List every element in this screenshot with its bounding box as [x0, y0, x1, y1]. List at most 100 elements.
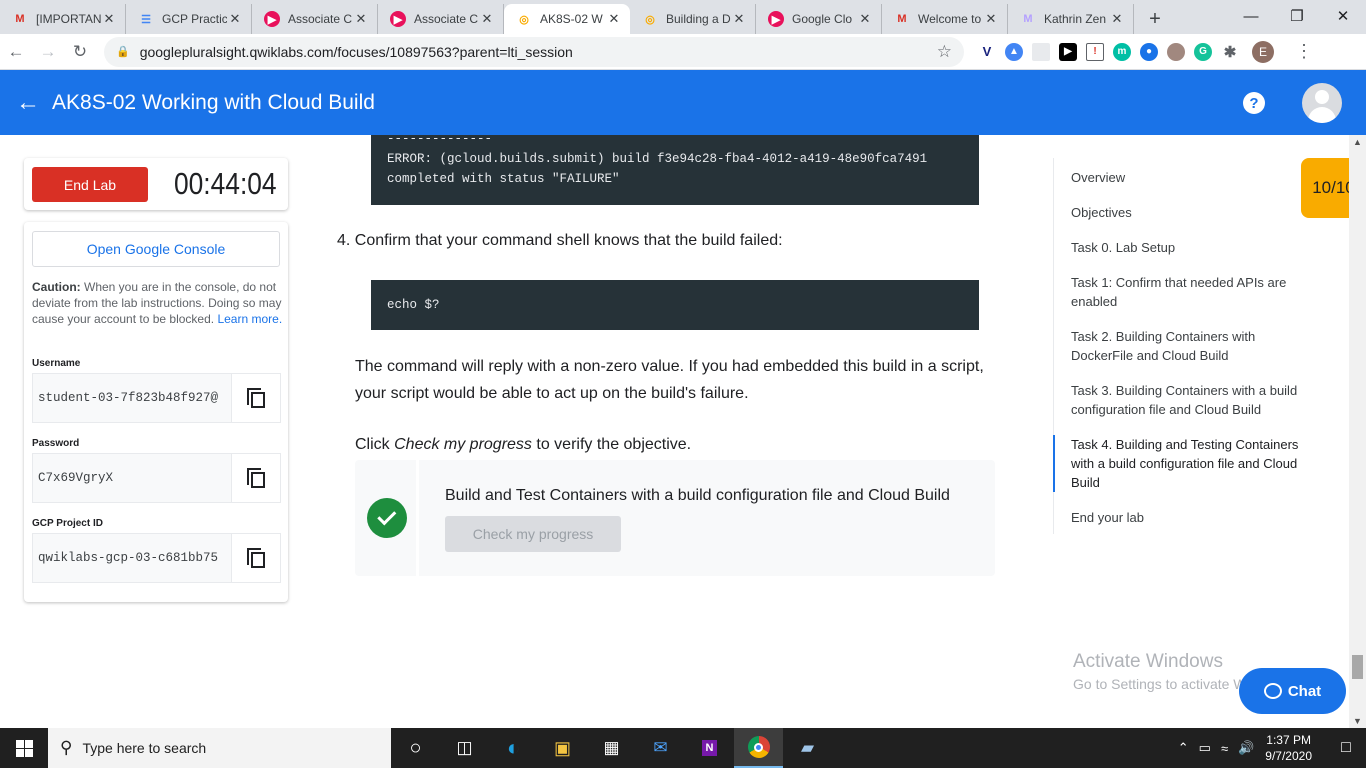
bookmark-star-icon[interactable]: ☆ [937, 42, 952, 62]
wifi-icon[interactable]: ≈ [1221, 741, 1228, 756]
copy-project-id-button[interactable] [231, 534, 280, 582]
check-my-progress-button[interactable]: Check my progress [445, 516, 621, 552]
new-tab-button[interactable]: + [1140, 4, 1170, 34]
close-tab-icon[interactable]: ✕ [731, 11, 747, 27]
password-field: C7x69VgryX [32, 453, 281, 503]
tab-title: Welcome to [918, 12, 982, 26]
user-avatar[interactable] [1302, 83, 1342, 123]
back-arrow-icon[interactable]: ← [16, 89, 46, 117]
end-lab-button[interactable]: End Lab [32, 167, 148, 202]
close-window-button[interactable]: ✕ [1320, 0, 1366, 32]
start-button[interactable] [0, 728, 48, 768]
volume-icon[interactable]: 🔊 [1238, 740, 1254, 756]
taskbar-clock[interactable]: 1:37 PM 9/7/2020 [1265, 732, 1312, 764]
extension-screenshot-icon[interactable]: ! [1086, 42, 1104, 61]
username-value[interactable]: student-03-7f823b48f927@ [33, 391, 231, 405]
browser-tab[interactable]: M Kathrin Zen ✕ [1008, 4, 1134, 34]
battery-icon[interactable]: ▭ [1199, 740, 1211, 756]
browser-tab[interactable]: M [IMPORTAN ✕ [0, 4, 126, 34]
maximize-button[interactable]: ❐ [1274, 0, 1320, 32]
taskbar-search-placeholder: Type here to search [82, 740, 207, 756]
tab-title: AK8S-02 W [540, 12, 603, 26]
help-icon[interactable]: ? [1243, 92, 1265, 114]
task-view-icon[interactable]: ◫ [440, 728, 489, 768]
project-id-value[interactable]: qwiklabs-gcp-03-c681bb75 [33, 551, 231, 565]
copy-username-button[interactable] [231, 374, 280, 422]
edge-icon[interactable]: ◐ [489, 728, 538, 768]
copy-password-button[interactable] [231, 454, 280, 502]
click-prefix: Click [355, 436, 395, 453]
extension-v-icon[interactable]: V [978, 42, 996, 61]
username-field: student-03-7f823b48f927@ [32, 373, 281, 423]
close-tab-icon[interactable]: ✕ [101, 11, 117, 27]
click-instruction: Click Check my progress to verify the ob… [355, 431, 985, 458]
code-line: completed with status "FAILURE" [387, 172, 620, 186]
toc-item[interactable]: Objectives [1053, 203, 1315, 222]
learn-more-link[interactable]: Learn more. [217, 312, 282, 326]
search-icon: ⚲ [60, 738, 73, 757]
error-output-code-block: -------------- ERROR: (gcloud.builds.sub… [371, 135, 979, 205]
page-scrollbar[interactable]: ▲ ▼ [1349, 135, 1366, 728]
browser-tab[interactable]: ▶ Google Clo ✕ [756, 4, 882, 34]
cortana-icon[interactable]: ○ [391, 728, 440, 768]
close-tab-icon[interactable]: ✕ [857, 11, 873, 27]
reload-button[interactable]: ↻ [64, 36, 96, 68]
onenote-icon[interactable]: N [685, 728, 734, 768]
profile-avatar[interactable]: E [1252, 40, 1274, 63]
minimize-button[interactable]: — [1228, 0, 1274, 32]
close-tab-icon[interactable]: ✕ [606, 11, 622, 27]
toc-item[interactable]: Task 2. Building Containers with DockerF… [1053, 327, 1315, 365]
mail-icon[interactable]: ✉ [636, 728, 685, 768]
browser-tab-strip: M [IMPORTAN ✕ ☰ GCP Practic ✕ ▶ Associate C ✕ ▶ As… [0, 0, 1366, 34]
close-tab-icon[interactable]: ✕ [479, 11, 495, 27]
notes-app-icon[interactable]: ▰ [783, 728, 832, 768]
toc-item[interactable]: Overview [1053, 168, 1315, 187]
browser-tab[interactable]: M Welcome to ✕ [882, 4, 1008, 34]
browser-tab[interactable]: ☰ GCP Practic ✕ [126, 4, 252, 34]
address-bar[interactable]: 🔒 googlepluralsight.qwiklabs.com/focuses… [104, 36, 964, 67]
chat-button[interactable]: Chat [1239, 668, 1346, 714]
tray-chevron-icon[interactable]: ⌃ [1178, 740, 1189, 756]
notifications-icon[interactable]: □ [1326, 739, 1366, 757]
extension-circle-icon[interactable]: ● [1140, 42, 1158, 61]
close-tab-icon[interactable]: ✕ [227, 11, 243, 27]
scroll-up-icon[interactable]: ▲ [1353, 137, 1362, 147]
extension-m-icon[interactable]: m [1113, 42, 1131, 61]
extension-brown-icon[interactable] [1167, 42, 1185, 61]
chrome-icon[interactable] [734, 728, 783, 768]
extensions-puzzle-icon[interactable]: ✱ [1221, 43, 1239, 61]
back-nav-button[interactable]: ← [0, 36, 32, 68]
browser-toolbar: ← → ↻ 🔒 googlepluralsight.qwiklabs.com/f… [0, 34, 1366, 70]
password-label: Password [32, 438, 80, 449]
scrollbar-thumb[interactable] [1352, 655, 1363, 679]
extension-cap-icon[interactable]: ▲ [1005, 42, 1023, 61]
scroll-down-icon[interactable]: ▼ [1353, 716, 1362, 726]
extensions-bar: V ▲ ▶ ! m ● G ✱ E ⋮ [978, 40, 1313, 63]
close-tab-icon[interactable]: ✕ [353, 11, 369, 27]
gmail-icon: M [15, 13, 25, 25]
toc-item[interactable]: Task 0. Lab Setup [1053, 238, 1315, 257]
project-id-field: qwiklabs-gcp-03-c681bb75 [32, 533, 281, 583]
taskbar-search[interactable]: ⚲ Type here to search [48, 728, 391, 768]
forward-nav-button[interactable]: → [32, 36, 64, 68]
close-tab-icon[interactable]: ✕ [1109, 11, 1125, 27]
file-explorer-icon[interactable]: ▣ [538, 728, 587, 768]
browser-tab[interactable]: ▶ Associate C ✕ [252, 4, 378, 34]
browser-tab[interactable]: ◎ Building a D ✕ [630, 4, 756, 34]
table-of-contents: Overview Objectives Task 0. Lab Setup Task … [1053, 158, 1323, 534]
echo-code-block[interactable]: echo $? [371, 280, 979, 330]
store-icon[interactable]: ▦ [587, 728, 636, 768]
toc-item[interactable]: Task 4. Building and Testing Containers … [1053, 435, 1315, 492]
toc-item[interactable]: End your lab [1053, 508, 1315, 527]
extension-play-icon[interactable]: ▶ [1059, 42, 1077, 61]
close-tab-icon[interactable]: ✕ [983, 11, 999, 27]
browser-tab[interactable]: ▶ Associate C ✕ [378, 4, 504, 34]
open-console-button[interactable]: Open Google Console [32, 231, 280, 267]
toc-item[interactable]: Task 3. Building Containers with a build… [1053, 381, 1315, 419]
toc-item[interactable]: Task 1: Confirm that needed APIs are ena… [1053, 273, 1315, 311]
menu-kebab-icon[interactable]: ⋮ [1295, 41, 1313, 62]
grammarly-icon[interactable]: G [1194, 42, 1212, 61]
browser-tab[interactable]: ◎ AK8S-02 W ✕ [504, 4, 630, 34]
extension-grid-icon[interactable] [1032, 42, 1050, 61]
password-value[interactable]: C7x69VgryX [33, 471, 231, 485]
